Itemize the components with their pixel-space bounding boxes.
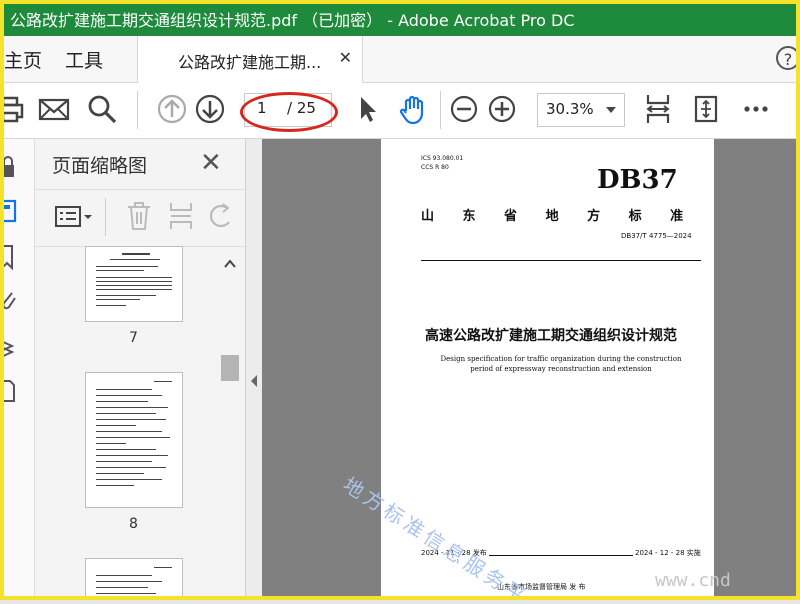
toolbar: 1 / 25 30.3% [0,83,800,139]
delete-page-icon[interactable] [125,200,153,236]
fit-page-icon[interactable] [688,91,724,127]
document-title-en: Design specification for traffic organiz… [440,355,682,373]
menu-bar: 主页 工具 [0,36,800,83]
ccs-code: CCS R 80 [421,164,449,171]
implementation-date: 2024 - 12 - 28 实施 [633,548,701,558]
menu-tools[interactable]: 工具 [65,46,103,73]
header-rule [421,260,701,261]
document-title-cn: 高速公路改扩建施工期交通组织设计规范 [425,328,677,344]
help-icon[interactable]: ? [776,46,800,70]
title-bar: 公路改扩建施工期交通组织设计规范.pdf （已加密） - Adobe Acrob… [0,0,800,36]
navigation-rail [0,139,35,600]
layers-icon[interactable] [0,333,20,361]
panel-collapse-handle[interactable] [246,139,262,600]
prev-page-icon[interactable] [154,91,190,127]
thumbnail-panel: 页面缩略图 ✕ 7 8 [35,139,246,600]
page-thumbnails-icon[interactable] [0,197,20,225]
document-tab-label: 公路改扩建施工期... [178,53,322,72]
thumbnail-scrollbar[interactable] [220,249,240,599]
window-title: 公路改扩建施工期交通组织设计规范.pdf （已加密） - Adobe Acrob… [10,11,575,30]
close-tab-icon[interactable]: ✕ [339,48,352,67]
chevron-down-icon [606,107,616,113]
zoom-select[interactable]: 30.3% [537,93,625,127]
page-thumbnail[interactable] [85,558,183,600]
page-thumbnail[interactable] [85,246,183,322]
menu-home[interactable]: 主页 [4,46,42,73]
standard-code: DB37/T 4775—2024 [621,232,692,240]
thumbnail-list: 7 8 [35,246,245,600]
zoom-in-icon[interactable] [484,91,520,127]
page-thumbnail[interactable] [85,372,183,508]
document-viewer[interactable]: ICS 93.080.01 CCS R 80 DB37 山 东 省 地 方 标 … [262,139,800,600]
panel-toolbar [35,189,245,247]
thumbnail-page-number: 8 [129,516,138,532]
standard-category: 山 东 省 地 方 标 准 [421,209,696,224]
hand-tool-icon[interactable] [396,91,432,127]
bookmark-icon[interactable] [0,243,20,271]
search-icon[interactable] [84,91,120,127]
attachment-icon[interactable] [0,287,20,315]
next-page-icon[interactable] [192,91,228,127]
close-panel-icon[interactable]: ✕ [200,148,222,178]
rotate-page-icon[interactable] [207,200,235,236]
zoom-value: 30.3% [546,100,594,118]
fit-width-icon[interactable] [640,91,676,127]
site-watermark: www.cnd [655,570,731,591]
ics-code: ICS 93.080.01 [421,155,464,162]
print-icon[interactable] [0,91,28,127]
lock-icon[interactable] [0,153,20,181]
more-icon[interactable] [738,91,774,127]
extract-page-icon[interactable] [167,200,195,236]
options-menu-icon[interactable] [55,204,95,234]
page-number-highlight-annotation [240,92,338,132]
toolbar-separator [137,91,138,129]
document-tab[interactable]: 公路改扩建施工期... ✕ [137,36,363,83]
document-icon[interactable] [0,377,20,405]
select-cursor-icon[interactable] [350,91,386,127]
mail-icon[interactable] [36,91,72,127]
panel-title: 页面缩略图 [52,155,148,177]
db37-logo: DB37 [597,165,678,195]
panel-separator [105,198,106,236]
toolbar-separator [440,91,441,129]
zoom-out-icon[interactable] [446,91,482,127]
thumbnail-page-number: 7 [129,330,138,346]
